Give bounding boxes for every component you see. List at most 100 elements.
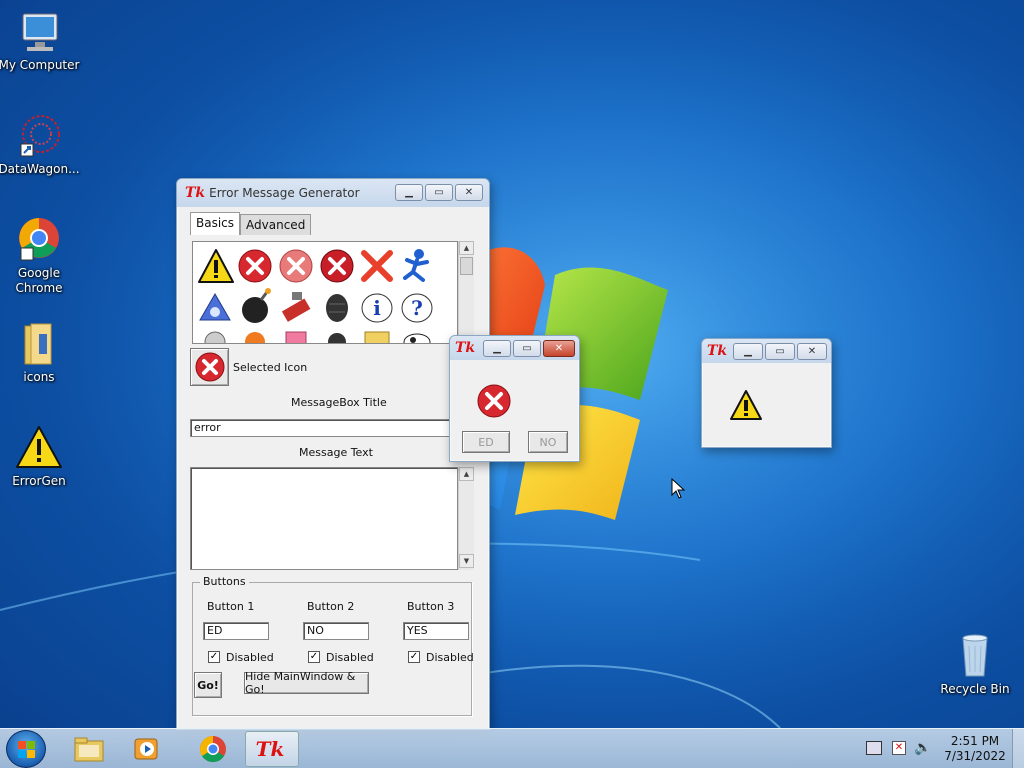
messagebox-title-input[interactable]: error [190,419,452,437]
tk-icon: Tk [455,340,476,356]
grid-bomb-icon[interactable] [242,288,271,323]
grid-bug-icon[interactable] [328,333,346,344]
desktop-icon-label: Recycle Bin [940,682,1010,696]
chrome-icon [199,735,226,763]
message-text-label: Message Text [299,446,373,459]
grid-error-faded-icon[interactable] [279,249,313,283]
grid-error-icon[interactable] [238,249,272,283]
taskbar-chrome[interactable] [186,731,240,767]
tk-icon: Tk [707,343,728,359]
scroll-up-icon[interactable]: ▲ [459,467,474,481]
button2-disabled-label: Disabled [326,651,374,664]
warning-icon [15,424,63,472]
error-popup-titlebar[interactable]: Tk ▁ ▭ ✕ [450,336,579,360]
window-title: Error Message Generator [209,186,360,200]
grid-orb-icon[interactable] [204,331,226,344]
selected-icon-label: Selected Icon [233,361,308,374]
grid-error-shaded-icon[interactable] [320,249,354,283]
error-popup-window: Tk ▁ ▭ ✕ ED NO [449,335,580,462]
maximize-button[interactable]: ▭ [765,343,795,360]
svg-text:?: ? [411,296,423,320]
popup-button-1[interactable]: ED [462,431,510,453]
desktop-icon-label: ErrorGen [12,474,66,488]
tk-icon: Tk [185,185,206,201]
tab-advanced[interactable]: Advanced [240,214,312,235]
desktop-icon-recycle-bin[interactable]: Recycle Bin [933,632,1017,697]
clock-date: 7/31/2022 [944,749,1006,763]
go-button[interactable]: Go! [194,672,222,698]
desktop-icon-my-computer[interactable]: My Computer [0,8,81,73]
grid-flame-icon[interactable] [245,332,265,344]
desktop-icon-datawagon[interactable]: DataWagon... [0,112,81,177]
svg-text:i: i [373,296,381,320]
minimize-button[interactable]: ▁ [395,184,423,201]
grid-triangle-orb-icon[interactable] [199,292,231,321]
button3-disabled-checkbox[interactable]: ✓ [408,651,420,663]
buttons-group-label: Buttons [200,575,249,588]
tab-basics[interactable]: Basics [190,212,241,235]
button3-input[interactable]: YES [403,622,469,640]
taskbar-explorer[interactable] [62,731,116,767]
grid-red-x-icon[interactable] [361,250,393,282]
button1-label: Button 1 [207,600,255,613]
minimize-button[interactable]: ▁ [733,343,763,360]
desktop-icon-google-chrome[interactable]: Google Chrome [0,216,81,296]
icon-grid: i ? [192,241,458,344]
tab-bar: Basics Advanced [190,212,312,235]
close-button[interactable]: ✕ [543,340,575,357]
grid-warning-icon[interactable] [198,249,234,283]
warning-popup-titlebar[interactable]: Tk ▁ ▭ ✕ [702,339,831,363]
windows-logo-icon [18,741,35,758]
clock-time: 2:51 PM [950,734,1000,748]
hide-mainwindow-go-button[interactable]: Hide MainWindow & Go! [244,670,369,696]
button2-disabled-checkbox[interactable]: ✓ [308,651,320,663]
tray-network-icon[interactable] [866,741,882,755]
desktop-icon-errorgen[interactable]: ErrorGen [0,424,81,489]
tray-volume-icon[interactable]: 🔈 [914,740,931,756]
folder-icon [15,320,63,368]
taskbar: Tk ✕ 🔈 2:51 PM 7/31/2022 [0,728,1024,768]
taskbar-media-player[interactable] [120,731,174,767]
button3-label: Button 3 [407,600,455,613]
minimize-button[interactable]: ▁ [483,340,511,357]
tray-flag-icon[interactable]: ✕ [892,741,906,755]
grid-cow-icon[interactable] [403,333,431,344]
grid-runner-icon[interactable] [403,249,429,282]
grid-dynamite-icon[interactable] [281,292,311,322]
recycle-bin-icon [951,632,999,680]
popup-button-2[interactable]: NO [528,431,568,453]
message-text-area[interactable] [190,467,458,570]
tk-icon: Tk [255,737,285,761]
clock[interactable]: 2:51 PM 7/31/2022 [940,734,1010,764]
mouse-cursor-icon [671,478,686,499]
grid-question-icon[interactable]: ? [401,293,433,323]
desktop-icon-label: My Computer [0,58,80,72]
button1-disabled-checkbox[interactable]: ✓ [208,651,220,663]
selected-icon-button[interactable] [190,348,229,386]
close-button[interactable]: ✕ [797,343,827,360]
icon-grid-scrollbar[interactable]: ▲ [458,241,474,344]
grid-grenade-icon[interactable] [326,294,348,322]
maximize-button[interactable]: ▭ [425,184,453,201]
button2-input[interactable]: NO [303,622,369,640]
error-icon [195,352,224,382]
warning-popup-window: Tk ▁ ▭ ✕ [701,338,832,448]
desktop-icon-icons-folder[interactable]: icons [0,320,81,385]
button1-input[interactable]: ED [203,622,269,640]
scroll-thumb[interactable] [460,257,473,275]
show-desktop-button[interactable] [1012,729,1024,768]
grid-folder-icon[interactable] [364,331,390,344]
button2-label: Button 2 [307,600,355,613]
message-text-scrollbar[interactable]: ▲ ▼ [458,467,474,570]
desktop-icon-label: DataWagon... [0,162,80,176]
grid-info-icon[interactable]: i [361,293,393,323]
scroll-up-icon[interactable]: ▲ [459,241,474,255]
main-window-titlebar[interactable]: Tk Error Message Generator ▁ ▭ ✕ [177,179,489,207]
taskbar-tk-app[interactable]: Tk [245,731,299,767]
close-button[interactable]: ✕ [455,184,483,201]
scroll-down-icon[interactable]: ▼ [459,554,474,568]
start-button[interactable] [6,730,46,768]
grid-eraser-icon[interactable] [285,331,307,344]
warning-icon [730,390,762,420]
maximize-button[interactable]: ▭ [513,340,541,357]
